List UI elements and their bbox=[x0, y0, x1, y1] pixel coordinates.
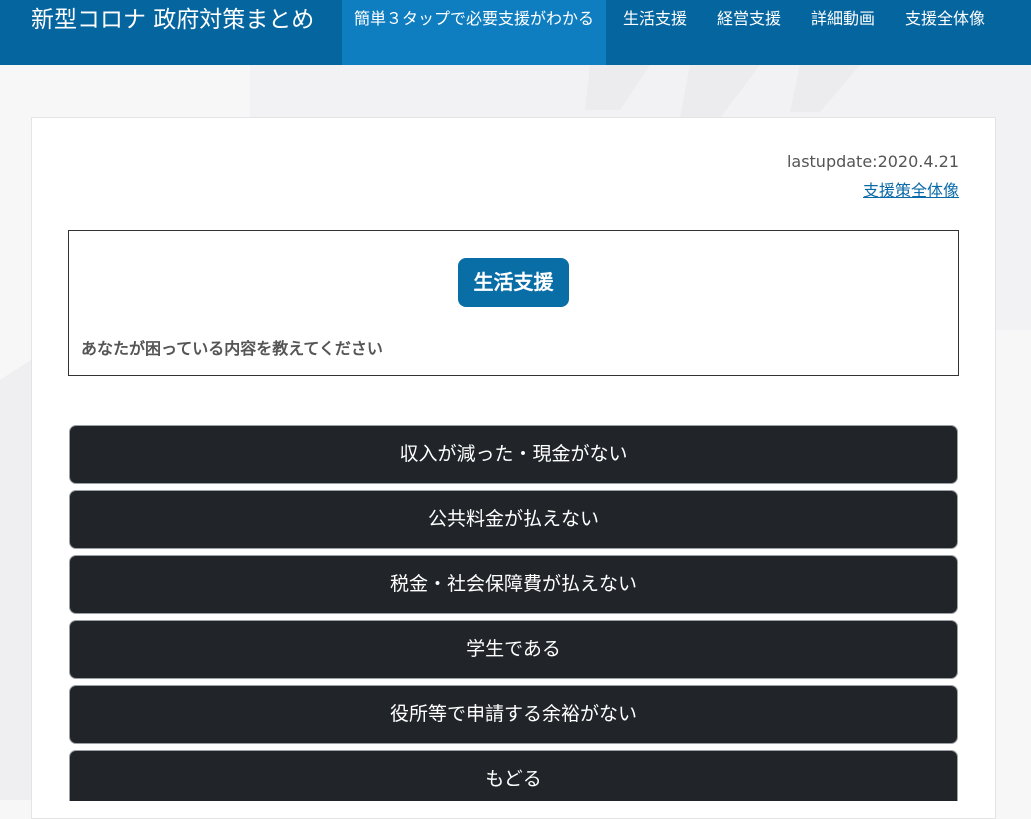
choice-button-utility-bills[interactable]: 公共料金が払えない bbox=[69, 490, 958, 549]
top-navbar: 新型コロナ 政府対策まとめ 簡単３タップで必要支援がわかる 生活支援 経営支援 … bbox=[0, 0, 1031, 65]
last-update-text: lastupdate:2020.4.21 bbox=[786, 152, 959, 171]
choice-button-student[interactable]: 学生である bbox=[69, 620, 958, 679]
support-overview-link[interactable]: 支援策全体像 bbox=[863, 177, 959, 201]
category-badge: 生活支援 bbox=[458, 258, 569, 307]
nav-item-business-support[interactable]: 経営支援 bbox=[702, 0, 796, 65]
question-text: あなたが困っている内容を教えてください bbox=[81, 339, 383, 358]
site-brand[interactable]: 新型コロナ 政府対策まとめ bbox=[31, 4, 314, 36]
nav-item-support-overview[interactable]: 支援全体像 bbox=[890, 0, 1000, 65]
nav-item-3tap[interactable]: 簡単３タップで必要支援がわかる bbox=[342, 0, 606, 65]
choice-button-income-reduced[interactable]: 収入が減った・現金がない bbox=[69, 425, 958, 484]
back-button[interactable]: もどる bbox=[69, 750, 958, 801]
nav-item-life-support[interactable]: 生活支援 bbox=[608, 0, 702, 65]
choice-button-no-time-office[interactable]: 役所等で申請する余裕がない bbox=[69, 685, 958, 744]
choice-button-taxes-social-security[interactable]: 税金・社会保障費が払えない bbox=[69, 555, 958, 614]
nav-item-detail-video[interactable]: 詳細動画 bbox=[796, 0, 890, 65]
question-box: 生活支援 あなたが困っている内容を教えてください bbox=[68, 230, 959, 376]
